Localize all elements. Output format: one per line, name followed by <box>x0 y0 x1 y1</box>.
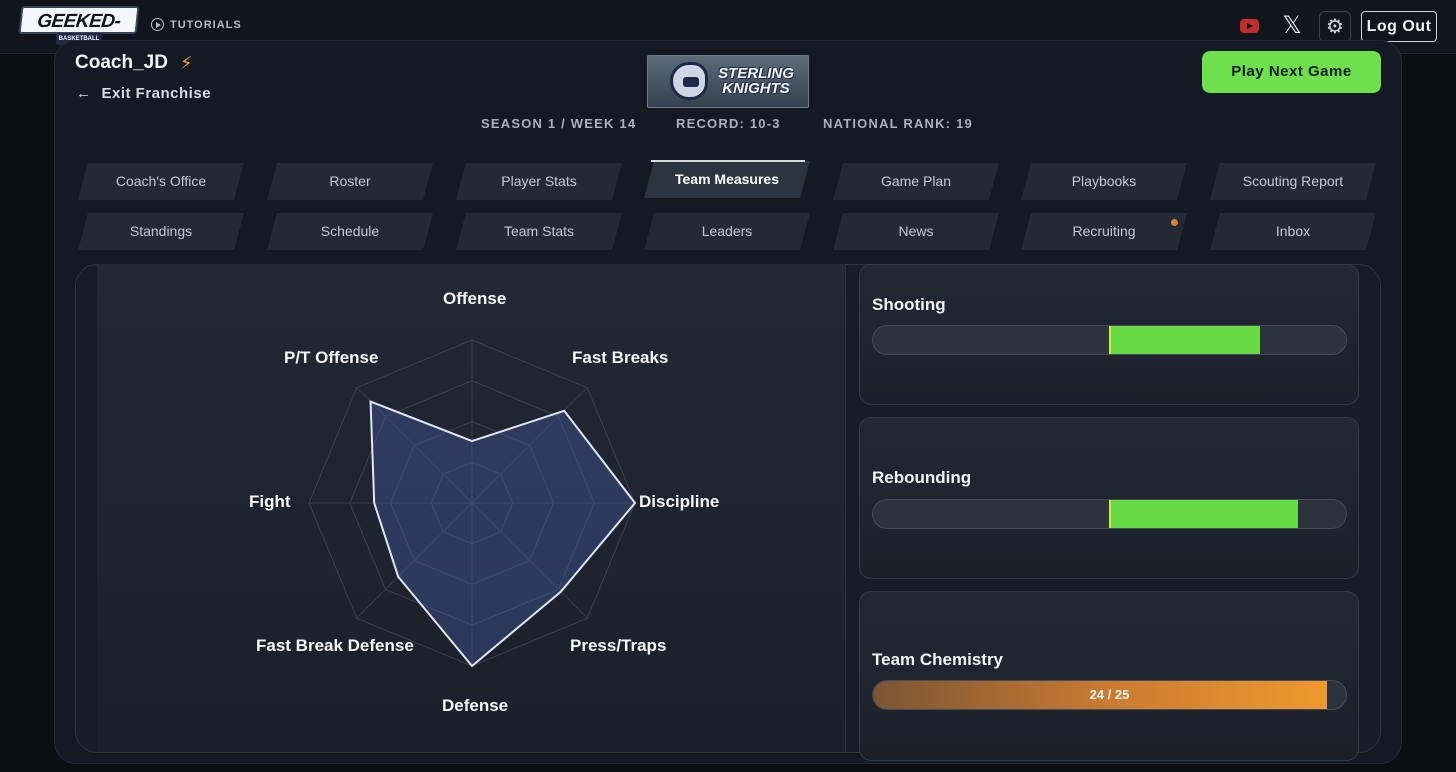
active-tab-indicator <box>651 160 805 162</box>
radar-label-fast-breaks: Fast Breaks <box>572 348 669 367</box>
tutorials-label: TUTORIALS <box>170 18 242 31</box>
youtube-icon[interactable] <box>1240 19 1259 33</box>
season-week: SEASON 1 / WEEK 14 <box>481 116 637 131</box>
national-rank: NATIONAL RANK: 19 <box>823 116 973 131</box>
team-chemistry-value: 24 / 25 <box>1089 687 1130 702</box>
tab-news[interactable]: News <box>833 213 999 250</box>
arrow-left-icon: ← <box>76 85 92 102</box>
team-chemistry-card: Team Chemistry 24 / 25 <box>859 591 1359 761</box>
tab-standings[interactable]: Standings <box>78 213 244 250</box>
tab-playbooks[interactable]: Playbooks <box>1021 163 1187 200</box>
tab-game-plan[interactable]: Game Plan <box>833 163 999 200</box>
tab-schedule[interactable]: Schedule <box>267 213 433 250</box>
knight-helmet-icon <box>670 62 708 100</box>
tab-coachs-office[interactable]: Coach's Office <box>78 163 244 200</box>
x-icon[interactable]: 𝕏 <box>1280 14 1304 38</box>
radar-chart <box>308 339 637 668</box>
tab-inbox[interactable]: Inbox <box>1210 213 1376 250</box>
exit-franchise-link[interactable]: ← Exit Franchise <box>76 85 211 102</box>
recruiting-notification-dot <box>1171 219 1178 226</box>
radar-value-polygon <box>369 400 637 668</box>
shooting-bar-midline <box>1109 326 1111 354</box>
radar-label-pt-offense: P/T Offense <box>284 348 379 367</box>
logout-button[interactable]: Log Out <box>1361 11 1437 42</box>
team-logo-wordmark: STERLING KNIGHTS <box>718 65 794 97</box>
rebounding-label: Rebounding <box>872 468 972 487</box>
radar-label-offense: Offense <box>443 289 507 308</box>
play-circle-icon <box>151 18 164 31</box>
lightning-icon: ⚡ <box>179 52 193 73</box>
shooting-bar-fill <box>1109 326 1261 354</box>
logo-wordmark: GEEKED-OUT <box>18 6 140 60</box>
tab-scouting-report[interactable]: Scouting Report <box>1210 163 1376 200</box>
radar-label-fight: Fight <box>249 492 291 511</box>
rebounding-bar-midline <box>1109 500 1111 528</box>
play-next-game-button[interactable]: Play Next Game <box>1202 51 1381 93</box>
team-record: RECORD: 10-3 <box>676 116 781 131</box>
rebounding-card: Rebounding <box>859 417 1359 579</box>
exit-franchise-label: Exit Franchise <box>101 85 212 102</box>
tab-recruiting[interactable]: Recruiting <box>1021 213 1187 250</box>
rebounding-bar-fill <box>1109 500 1299 528</box>
shooting-card: Shooting <box>859 264 1359 405</box>
radar-label-discipline: Discipline <box>639 492 720 511</box>
tab-team-stats[interactable]: Team Stats <box>456 213 622 250</box>
coach-name-label: Coach_JD <box>75 52 168 73</box>
gear-icon[interactable]: ⚙ <box>1319 11 1351 43</box>
team-chemistry-bar: 24 / 25 <box>872 680 1347 710</box>
radar-label-press-traps: Press/Traps <box>570 636 667 655</box>
tutorials-link[interactable]: TUTORIALS <box>151 18 242 31</box>
tab-roster[interactable]: Roster <box>267 163 433 200</box>
radar-label-defense: Defense <box>442 696 509 715</box>
shooting-bar <box>872 325 1347 355</box>
shooting-label: Shooting <box>872 295 946 314</box>
radar-chart-area <box>97 264 846 752</box>
team-logo: STERLING KNIGHTS <box>647 55 809 108</box>
tab-team-measures[interactable]: Team Measures <box>644 161 810 198</box>
rebounding-bar <box>872 499 1347 529</box>
radar-label-fast-break-defense: Fast Break Defense <box>256 636 414 655</box>
tab-leaders[interactable]: Leaders <box>644 213 810 250</box>
team-chemistry-label: Team Chemistry <box>872 650 1004 669</box>
tab-player-stats[interactable]: Player Stats <box>456 163 622 200</box>
coach-name: Coach_JD ⚡ <box>75 52 193 74</box>
